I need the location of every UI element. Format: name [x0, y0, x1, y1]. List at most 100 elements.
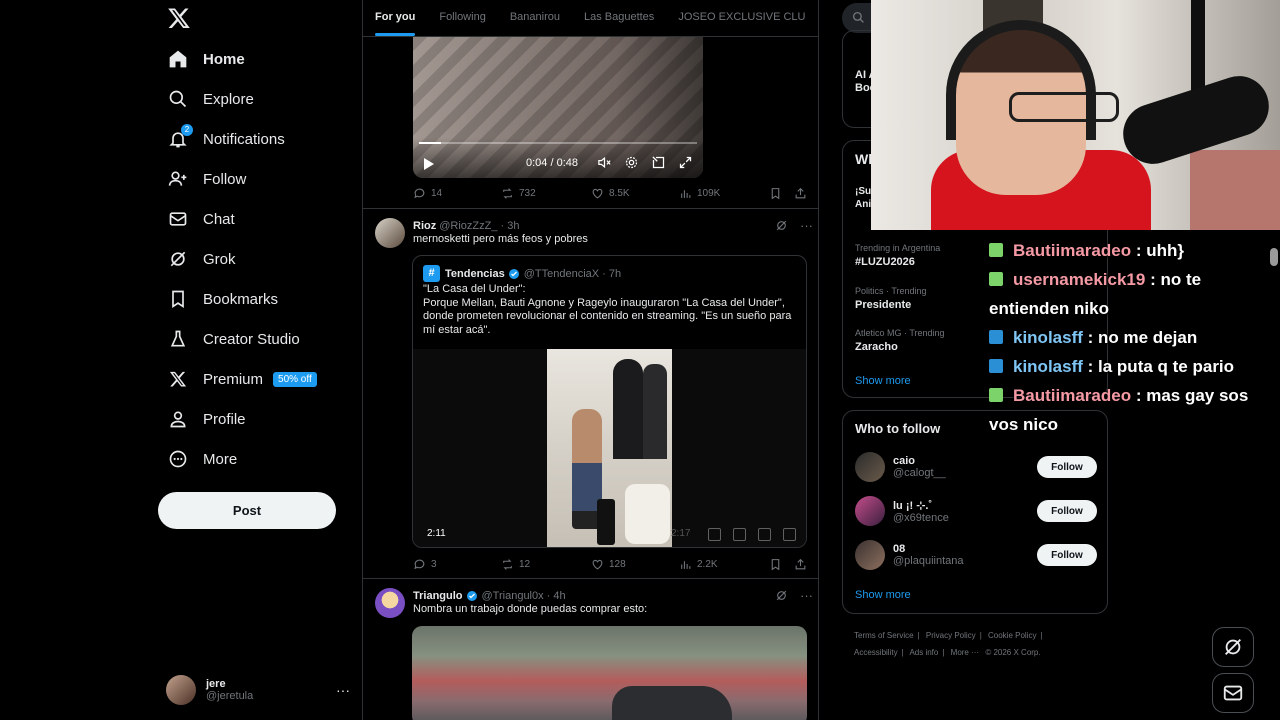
- grok-icon[interactable]: [775, 219, 788, 232]
- follow-suggestion[interactable]: caio @calogt__ Follow: [855, 451, 1097, 483]
- share-icon[interactable]: [794, 187, 807, 200]
- trend-item[interactable]: Politics · Trending Presidente: [855, 286, 985, 311]
- follow-button[interactable]: Follow: [1037, 544, 1097, 566]
- nav-chat[interactable]: Chat: [167, 205, 235, 233]
- nav-bookmarks[interactable]: Bookmarks: [167, 285, 278, 313]
- bookmark-icon[interactable]: [769, 558, 782, 571]
- nav-label: Grok: [203, 250, 236, 268]
- avatar[interactable]: [375, 588, 405, 618]
- fullscreen-icon[interactable]: [678, 155, 693, 170]
- footer-link[interactable]: More ···: [951, 648, 979, 657]
- nav-home[interactable]: Home: [167, 45, 245, 73]
- chat-username: Bautiimaradeo: [1013, 386, 1132, 405]
- follow-suggestion[interactable]: lu ¡! ⊹.˚ @x69tence Follow: [855, 495, 1097, 527]
- reply-icon: [414, 188, 425, 198]
- bookmark-icon[interactable]: [769, 187, 782, 200]
- tab-for-you[interactable]: For you: [363, 0, 427, 36]
- tab-following[interactable]: Following: [427, 0, 497, 36]
- mute-icon[interactable]: [597, 155, 612, 170]
- nav-grok[interactable]: Grok: [167, 245, 236, 273]
- reply-button[interactable]: 14: [413, 187, 501, 200]
- more-dots-icon[interactable]: ···: [800, 218, 813, 233]
- left-sidebar: Home Explore 2 Notifications Follow Chat…: [0, 0, 362, 720]
- follow-button[interactable]: Follow: [1037, 456, 1097, 478]
- show-more-link[interactable]: Show more: [855, 589, 911, 601]
- post-author-name[interactable]: Triangulo: [413, 590, 463, 602]
- repost-icon: [503, 187, 512, 199]
- tab-bananirou[interactable]: Bananirou: [498, 0, 572, 36]
- footer-link[interactable]: Ads info: [909, 648, 938, 657]
- post-text: mernosketti pero más feos y pobres: [413, 233, 588, 245]
- follow-button[interactable]: Follow: [1037, 500, 1097, 522]
- reply-icon: [414, 559, 425, 569]
- play-icon[interactable]: [423, 158, 435, 170]
- settings-icon[interactable]: [624, 155, 639, 170]
- nav-label: Explore: [203, 90, 254, 108]
- grok-floating-button[interactable]: [1212, 627, 1254, 667]
- nav-label: Bookmarks: [203, 290, 279, 308]
- bell-icon: 2: [167, 124, 193, 150]
- quoted-post[interactable]: # Tendencias @TTendenciaX · 7h "La Casa …: [412, 255, 807, 548]
- nav-profile[interactable]: Profile: [167, 405, 246, 433]
- news-fragment[interactable]: ¡Su Ani: [855, 185, 871, 211]
- chat-message: Bautiimaradeo : mas gay sos vos nico: [989, 381, 1274, 439]
- views-button[interactable]: 109K: [679, 187, 769, 200]
- video-progress-bar[interactable]: [419, 142, 697, 144]
- repost-button[interactable]: 12: [501, 558, 591, 571]
- chat-text: : uhh}: [1135, 241, 1184, 260]
- pip-icon[interactable]: [651, 155, 666, 170]
- avatar[interactable]: [375, 218, 405, 248]
- person-icon: [167, 408, 189, 430]
- follow-suggestion[interactable]: 08 @plaquiintana Follow: [855, 539, 1097, 571]
- like-button[interactable]: 8.5K: [591, 187, 679, 200]
- nav-more[interactable]: More: [167, 445, 237, 473]
- chat-badge-icon: [989, 359, 1003, 373]
- grok-icon: [1225, 639, 1241, 655]
- reply-button[interactable]: 3: [413, 558, 501, 571]
- tab-joseo-exclusive[interactable]: JOSEO EXCLUSIVE CLU: [666, 0, 817, 36]
- footer-link[interactable]: Terms of Service: [854, 631, 914, 640]
- more-circle-icon: [167, 448, 189, 470]
- avatar: [855, 540, 885, 570]
- x-logo-icon[interactable]: [167, 6, 191, 30]
- nav-follow[interactable]: Follow: [167, 165, 246, 193]
- nav-label: Premium: [203, 370, 264, 388]
- post-video[interactable]: 0:04 / 0:48: [413, 37, 703, 178]
- tab-las-baguettes[interactable]: Las Baguettes: [572, 0, 666, 36]
- footer-link[interactable]: Privacy Policy: [926, 631, 976, 640]
- scrollbar-thumb[interactable]: [1270, 248, 1278, 266]
- show-more-link[interactable]: Show more: [855, 375, 911, 387]
- nav-label: Creator Studio: [203, 330, 300, 348]
- nav-label: Follow: [203, 170, 247, 188]
- grok-icon[interactable]: [775, 589, 788, 602]
- quoted-post-header: # Tendencias @TTendenciaX · 7h: [423, 265, 621, 282]
- more-dots-icon[interactable]: ···: [800, 588, 813, 603]
- more-dots-icon: ···: [336, 682, 350, 698]
- like-button[interactable]: 128: [591, 558, 679, 571]
- post-image[interactable]: [412, 626, 807, 720]
- trend-item[interactable]: Trending in Argentina #LUZU2026: [855, 243, 985, 268]
- post-text: Nombra un trabajo donde puedas comprar e…: [413, 603, 648, 615]
- share-icon[interactable]: [794, 558, 807, 571]
- post-actions: 14 732 8.5K 109K: [413, 185, 807, 201]
- footer-link[interactable]: Accessibility: [854, 648, 898, 657]
- who-to-follow-card: Who to follow caio @calogt__ Follow lu ¡!…: [842, 410, 1108, 614]
- repost-button[interactable]: 732: [501, 187, 591, 200]
- quoted-post-video[interactable]: 2:11 2:17: [413, 349, 806, 547]
- grok-icon: [167, 248, 189, 270]
- post-button[interactable]: Post: [158, 492, 336, 529]
- post-author-name[interactable]: Rioz: [413, 220, 436, 232]
- nav-creator-studio[interactable]: Creator Studio: [167, 325, 300, 353]
- messages-floating-button[interactable]: [1212, 673, 1254, 713]
- nav-label: Profile: [203, 410, 246, 428]
- nav-explore[interactable]: Explore: [167, 85, 254, 113]
- nav-notifications[interactable]: 2 Notifications: [167, 124, 285, 153]
- views-button[interactable]: 2.2K: [679, 558, 769, 571]
- footer-link[interactable]: Cookie Policy: [988, 631, 1036, 640]
- trend-item[interactable]: Atletico MG · Trending Zaracho: [855, 328, 985, 353]
- account-switcher[interactable]: jere @jeretula ···: [166, 674, 350, 706]
- nav-premium[interactable]: Premium 50% off: [167, 365, 317, 393]
- post-author-meta: @Triangul0x · 4h: [481, 589, 566, 602]
- envelope-icon: [167, 208, 189, 230]
- post-header: Rioz @RiozZzZ_ · 3h ···: [413, 218, 813, 233]
